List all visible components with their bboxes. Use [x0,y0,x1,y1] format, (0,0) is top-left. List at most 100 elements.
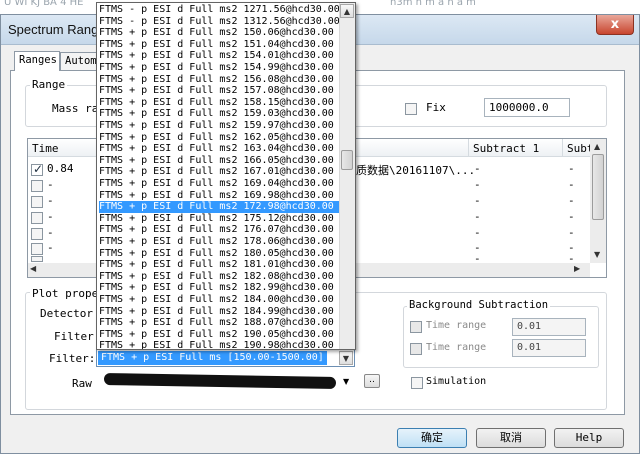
scroll-left-icon[interactable]: ◀ [30,264,36,273]
simulation-checkbox[interactable] [411,377,423,389]
row-time: - [47,241,54,254]
row-subtract2: - [568,162,575,175]
raw-dropdown-arrow-icon[interactable]: ▼ [343,377,349,386]
row-subtract1: - [474,194,481,207]
filter-dropdown-item[interactable]: FTMS + p ESI d Full ms2 162.05@hcd30.00 … [99,132,352,144]
row-time: - [47,210,54,223]
row-checkbox[interactable] [31,228,43,240]
background-text-left: U WI KJ BA 4 HE [4,0,84,8]
dropdown-scroll-up-icon[interactable]: ▲ [340,4,354,18]
tab-label: Ranges [19,54,57,66]
row-time: - [47,226,54,239]
raw-label: Raw [72,377,92,390]
help-button[interactable]: Help [554,428,624,448]
raw-browse-button[interactable]: .. [364,374,380,388]
time-range-input[interactable]: 0.01 [512,339,586,357]
row-checkbox[interactable] [31,162,43,176]
filter-dropdown-item[interactable]: FTMS + p ESI d Full ms2 154.99@hcd30.00 … [99,62,352,74]
row-subtract2: - [568,226,575,239]
filter-dropdown-item[interactable]: FTMS + p ESI d Full ms2 151.04@hcd30.00 … [99,39,352,51]
row-checkbox[interactable] [31,180,43,192]
row-subtract2: - [568,194,575,207]
filter-dropdown-list: FTMS - p ESI d Full ms2 1271.56@hcd30.00… [96,2,356,350]
tab-label: Autom [65,55,97,67]
time-range-input[interactable]: 0.01 [512,318,586,336]
time-range-label: Time range [426,342,487,353]
row-subtract1: - [474,210,481,223]
filter-dropdown-item[interactable]: FTMS - p ESI d Full ms2 1312.56@hcd30.00… [99,16,352,28]
column-header-subtract2[interactable]: Subt [562,139,590,157]
row-subtract1: - [474,226,481,239]
tab-automatic[interactable]: Autom [60,52,100,71]
row-subtract1: - [474,162,481,175]
filter-dropdown-item[interactable]: FTMS + p ESI d Full ms2 184.99@hcd30.00 … [99,306,352,318]
filter-dropdown-item[interactable]: FTMS + p ESI d Full ms2 154.01@hcd30.00 … [99,50,352,62]
filter-dropdown-item[interactable]: FTMS + p ESI d Full ms2 190.05@hcd30.00 … [99,329,352,341]
filter-dropdown-item[interactable]: FTMS + p ESI d Full ms2 159.03@hcd30.00 … [99,108,352,120]
filter-dropdown-item[interactable]: FTMS + p ESI d Full ms2 156.08@hcd30.00 … [99,74,352,86]
ok-button[interactable]: 确定 [397,428,467,448]
tab-ranges[interactable]: Ranges [14,51,60,71]
row-subtract1: - [474,178,481,191]
row-checkbox[interactable] [31,256,43,262]
scroll-right-icon[interactable]: ▶ [574,264,580,273]
background-subtraction-label: Background Subtraction [407,299,551,311]
window-title: Spectrum Range [8,22,106,37]
simulation-label: Simulation [426,376,487,387]
filter-dropdown-item[interactable]: FTMS + p ESI d Full ms2 188.07@hcd30.00 … [99,317,352,329]
fix-value-input[interactable]: 1000000.0 [484,98,570,117]
cancel-button[interactable]: 取消 [476,428,546,448]
table-vertical-scroll-thumb[interactable] [592,154,604,220]
row-subtract2: - [568,210,575,223]
filter-dropdown-item[interactable]: FTMS + p ESI d Full ms2 182.99@hcd30.00 … [99,282,352,294]
row-checkbox[interactable] [31,212,43,224]
filter-dropdown-item[interactable]: FTMS + p ESI d Full ms2 169.04@hcd30.00 … [99,178,352,190]
filter-dropdown-item[interactable]: FTMS + p ESI d Full ms2 157.08@hcd30.00 … [99,85,352,97]
dropdown-scroll-thumb[interactable] [341,150,353,170]
filter-dropdown-item[interactable]: FTMS - p ESI d Full ms2 1271.56@hcd30.00… [99,4,352,16]
close-button[interactable]: x [596,15,634,35]
detector-label: Detector [40,307,93,320]
chevron-down-icon[interactable]: ▼ [339,351,353,365]
filter-select-label: Filter: [49,352,96,365]
fix-checkbox[interactable] [405,103,417,115]
dropdown-scrollbar[interactable] [339,3,355,349]
scroll-down-icon[interactable]: ▼ [594,250,600,259]
filter-dropdown-item[interactable]: FTMS + p ESI d Full ms2 150.06@hcd30.00 … [99,27,352,39]
background-subtraction-group [403,306,599,368]
row-subtract1: - [474,252,481,262]
row-time: 0.84 [47,162,74,175]
close-icon: x [610,17,620,32]
filter-dropdown-item[interactable]: FTMS + p ESI d Full ms2 175.12@hcd30.00 … [99,213,352,225]
row-subtract2: - [568,252,575,262]
filter-dropdown-item[interactable]: FTMS + p ESI d Full ms2 169.98@hcd30.00 … [99,190,352,202]
filter-dropdown-item[interactable]: FTMS + p ESI d Full ms2 158.15@hcd30.00 … [99,97,352,109]
fix-label: Fix [426,101,446,114]
scroll-up-icon[interactable]: ▲ [594,142,600,151]
filter-dropdown-item[interactable]: FTMS + p ESI d Full ms2 167.01@hcd30.00 … [99,166,352,178]
filter-dropdown-item[interactable]: FTMS + p ESI d Full ms2 190.98@hcd30.00 … [99,340,352,349]
filter-dropdown-item[interactable]: FTMS + p ESI d Full ms2 166.05@hcd30.00 … [99,155,352,167]
filter-dropdown-item[interactable]: FTMS + p ESI d Full ms2 180.05@hcd30.00 … [99,248,352,260]
filter-dropdown-item[interactable]: FTMS + p ESI d Full ms2 181.01@hcd30.00 … [99,259,352,271]
time-range-checkbox[interactable] [410,321,422,333]
row-subtract2: - [568,178,575,191]
filter-dropdown-item[interactable]: FTMS + p ESI d Full ms2 176.07@hcd30.00 … [99,224,352,236]
time-range-checkbox[interactable] [410,343,422,355]
filter-label: Filter [54,330,94,343]
row-checkbox[interactable] [31,243,43,255]
background-text-right: n3m n m a n a m [390,0,476,8]
time-range-label: Time range [426,320,487,331]
filter-combobox-value: FTMS + p ESI Full ms [150.00-1500.00] [98,351,327,365]
row-path: 质数据\20161107\... [356,164,476,177]
filter-dropdown-item[interactable]: FTMS + p ESI d Full ms2 172.98@hcd30.00 … [99,201,352,214]
row-time: - [47,194,54,207]
filter-dropdown-item[interactable]: FTMS + p ESI d Full ms2 159.97@hcd30.00 … [99,120,352,132]
filter-dropdown-item[interactable]: FTMS + p ESI d Full ms2 163.04@hcd30.00 … [99,143,352,155]
filter-dropdown-item[interactable]: FTMS + p ESI d Full ms2 182.08@hcd30.00 … [99,271,352,283]
column-header-subtract1[interactable]: Subtract 1 [468,139,562,157]
row-checkbox[interactable] [31,196,43,208]
filter-dropdown-item[interactable]: FTMS + p ESI d Full ms2 178.06@hcd30.00 … [99,236,352,248]
filter-dropdown-item[interactable]: FTMS + p ESI d Full ms2 184.00@hcd30.00 … [99,294,352,306]
mass-range-label: Mass ra [52,102,99,115]
